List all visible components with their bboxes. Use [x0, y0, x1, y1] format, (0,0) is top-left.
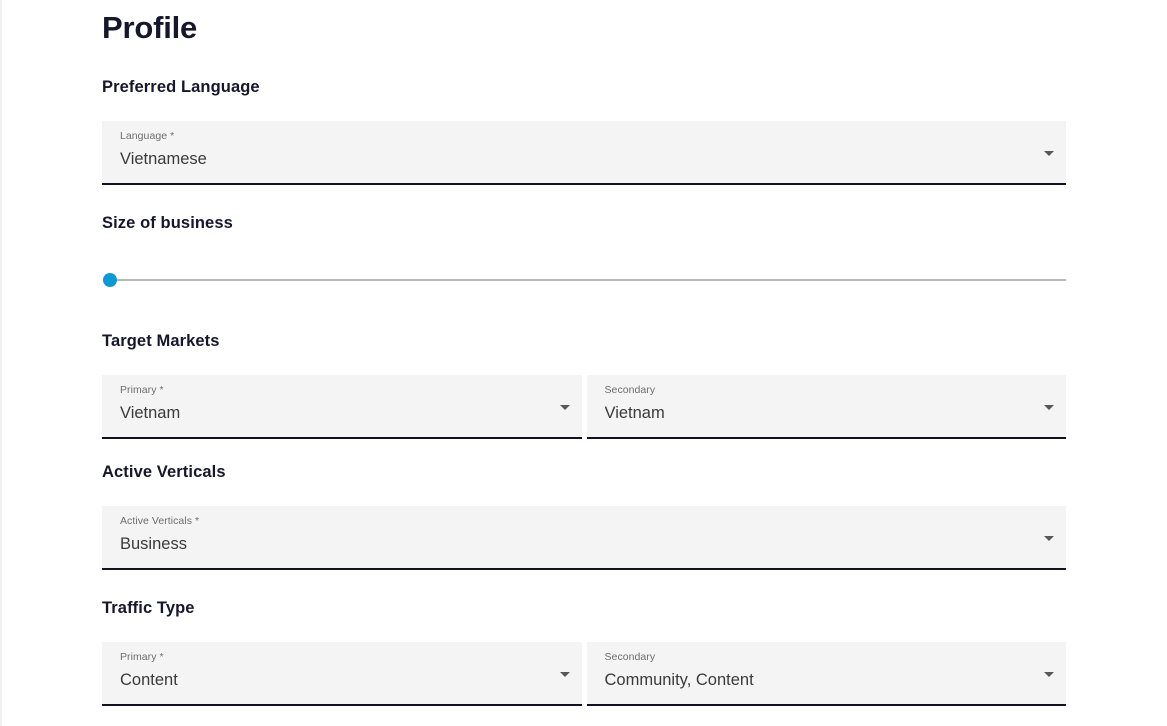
chevron-down-icon[interactable]: [559, 672, 570, 677]
chevron-down-icon[interactable]: [1044, 151, 1054, 156]
traffic-type-primary-label-text: Primary: [120, 651, 157, 663]
section-active-verticals: Active Verticals: [102, 463, 1066, 482]
active-verticals-required-marker: *: [192, 515, 200, 527]
section-heading-active-verticals: Active Verticals: [102, 463, 226, 481]
page-title: Profile: [102, 10, 198, 45]
section-heading-preferred-language: Preferred Language: [102, 78, 260, 96]
chevron-down-icon[interactable]: [1044, 672, 1054, 677]
slider-track[interactable]: [103, 279, 1066, 281]
traffic-type-primary-value: Content: [120, 671, 178, 689]
chevron-down-icon[interactable]: [1044, 405, 1054, 410]
traffic-type-secondary-select[interactable]: Secondary Community, Content: [586, 642, 1066, 706]
active-verticals-field-label: Active Verticals *: [120, 515, 1032, 528]
language-selected-value: Vietnamese: [120, 150, 207, 168]
traffic-type-fields: Primary * Content Secondary Community, C…: [102, 642, 1066, 706]
section-heading-size-of-business: Size of business: [102, 214, 233, 232]
section-size-of-business: Size of business: [102, 214, 1066, 233]
section-heading-target-markets: Target Markets: [102, 332, 220, 350]
traffic-type-primary-label: Primary *: [120, 651, 548, 664]
size-of-business-slider[interactable]: [103, 270, 1066, 290]
traffic-type-secondary-value: Community, Content: [604, 671, 754, 689]
traffic-type-primary-select[interactable]: Primary * Content: [102, 642, 582, 706]
section-traffic-type: Traffic Type: [102, 599, 1066, 618]
slider-thumb[interactable]: [103, 273, 117, 287]
section-target-markets: Target Markets: [102, 332, 1066, 351]
section-preferred-language: Preferred Language: [102, 78, 1066, 97]
target-markets-secondary-label: Secondary: [605, 384, 1033, 397]
target-markets-secondary-select[interactable]: Secondary Vietnam: [586, 375, 1066, 439]
active-verticals-selected-value: Business: [120, 535, 187, 553]
language-select[interactable]: Language * Vietnamese: [102, 121, 1066, 185]
chevron-down-icon[interactable]: [559, 405, 570, 410]
target-markets-primary-label-text: Primary: [120, 384, 157, 396]
target-markets-primary-value: Vietnam: [120, 404, 181, 422]
target-markets-primary-required-marker: *: [156, 384, 164, 396]
target-markets-secondary-value: Vietnam: [604, 404, 665, 422]
language-field-label: Language *: [120, 130, 1032, 143]
language-field-wrapper: Language * Vietnamese: [102, 121, 1066, 185]
section-heading-traffic-type: Traffic Type: [102, 599, 195, 617]
size-of-business-slider-wrapper: [103, 270, 1066, 290]
active-verticals-field-wrapper: Active Verticals * Business: [102, 506, 1066, 570]
traffic-type-primary-required-marker: *: [156, 651, 164, 663]
active-verticals-select[interactable]: Active Verticals * Business: [102, 506, 1066, 570]
target-markets-primary-select[interactable]: Primary * Vietnam: [102, 375, 582, 439]
language-required-marker: *: [167, 130, 175, 142]
traffic-type-secondary-label-text: Secondary: [604, 651, 656, 663]
target-markets-secondary-label-text: Secondary: [604, 384, 656, 396]
target-markets-primary-label: Primary *: [120, 384, 548, 397]
traffic-type-secondary-label: Secondary: [605, 651, 1033, 664]
target-markets-fields: Primary * Vietnam Secondary Vietnam: [102, 375, 1066, 439]
language-label-text: Language: [120, 130, 168, 142]
active-verticals-label-text: Active Verticals: [120, 515, 192, 527]
profile-page: Profile Preferred Language Language * Vi…: [2, 0, 1167, 726]
chevron-down-icon[interactable]: [1044, 536, 1054, 541]
